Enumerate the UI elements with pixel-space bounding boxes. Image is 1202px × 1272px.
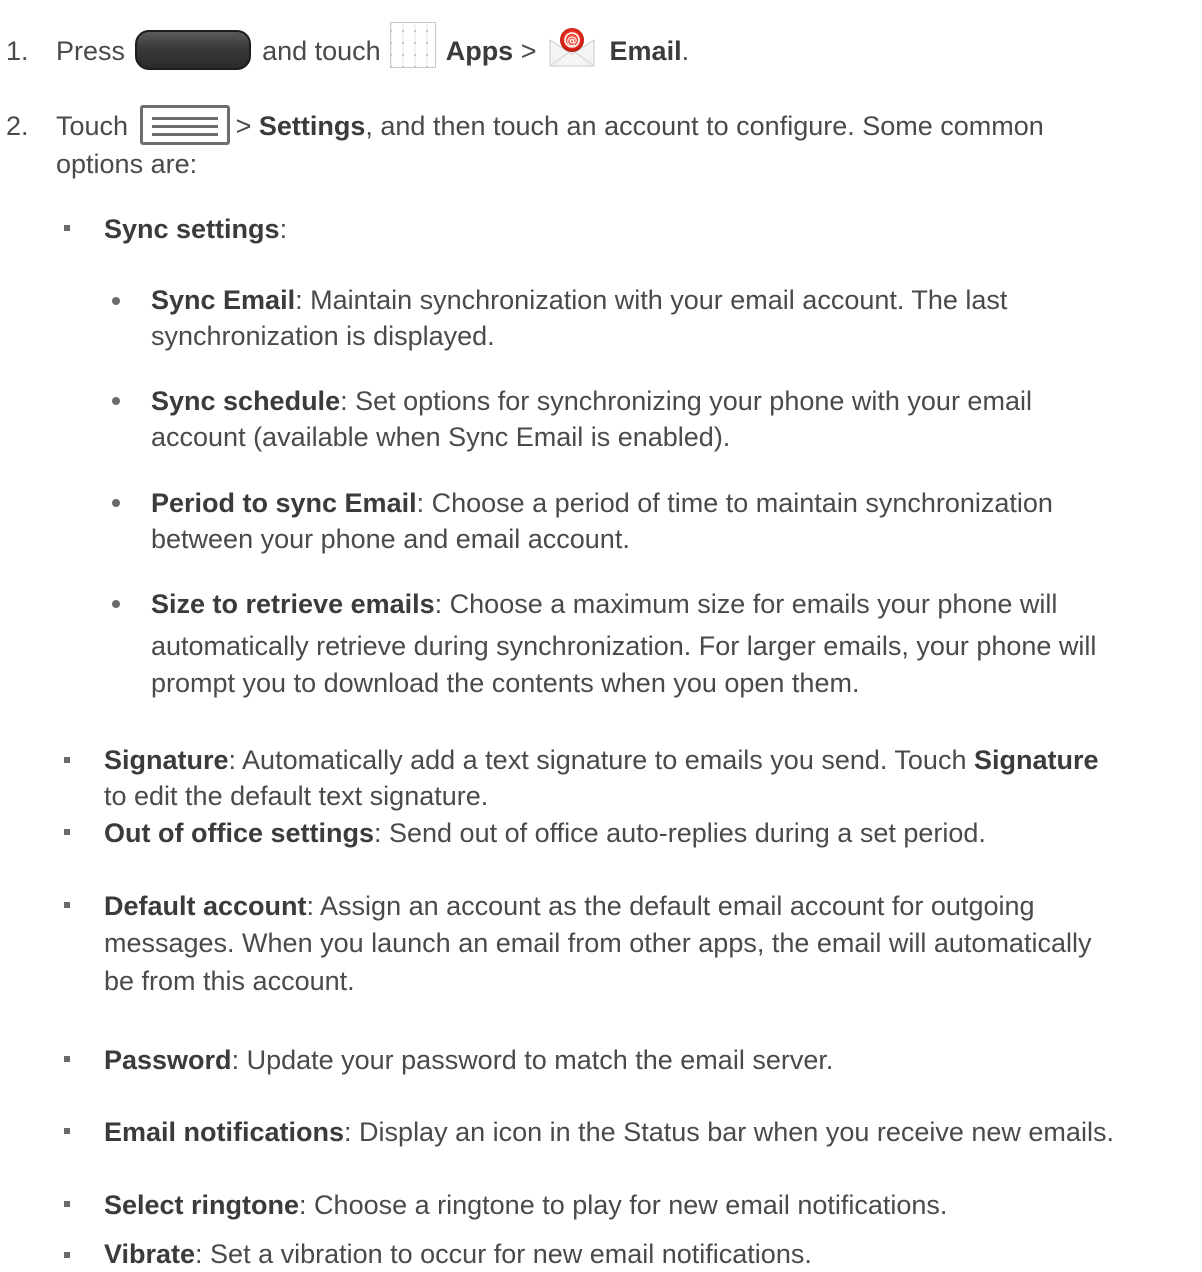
option-title: Sync schedule (151, 386, 341, 416)
step-2-line-1: Touch > Settings, and then touch an acco… (56, 104, 1044, 145)
settings-label: Settings (258, 111, 366, 141)
step-1-text: Press and touch Apps > @ Email. (56, 21, 689, 70)
option-title: Vibrate (104, 1239, 196, 1269)
step-number: 1. (6, 36, 29, 66)
step-number: 2. (6, 111, 29, 141)
square-bullet-icon (64, 902, 70, 908)
square-bullet-icon (64, 1128, 70, 1134)
option-title: Email notifications (104, 1117, 345, 1147)
option-title: Signature (104, 745, 229, 775)
menu-key-icon (139, 104, 230, 145)
option-title: Sync settings (104, 214, 280, 244)
option-title: Password (104, 1045, 232, 1075)
option-title: Size to retrieve emails (151, 589, 435, 619)
email-app-icon: @ (548, 26, 596, 68)
square-bullet-icon (64, 225, 70, 231)
option-title: Default account (104, 891, 307, 921)
round-bullet-icon (112, 600, 120, 608)
round-bullet-icon (112, 397, 120, 405)
email-label: Email (609, 36, 682, 66)
home-button-icon (134, 29, 251, 70)
round-bullet-icon (112, 297, 120, 305)
square-bullet-icon (64, 829, 70, 835)
square-bullet-icon (64, 1056, 70, 1062)
step-2-line-2: options are: (56, 149, 198, 179)
option-title: Select ringtone (104, 1190, 300, 1220)
option-title: Out of office settings (104, 818, 374, 848)
apps-grid-icon (390, 21, 437, 68)
apps-label: Apps (445, 36, 514, 66)
svg-text:@: @ (567, 34, 578, 47)
round-bullet-icon (112, 499, 120, 507)
square-bullet-icon (64, 757, 70, 763)
square-bullet-icon (64, 1252, 70, 1258)
option-title: Period to sync Email (151, 488, 417, 518)
option-title: Sync Email (151, 285, 296, 315)
square-bullet-icon (64, 1201, 70, 1207)
